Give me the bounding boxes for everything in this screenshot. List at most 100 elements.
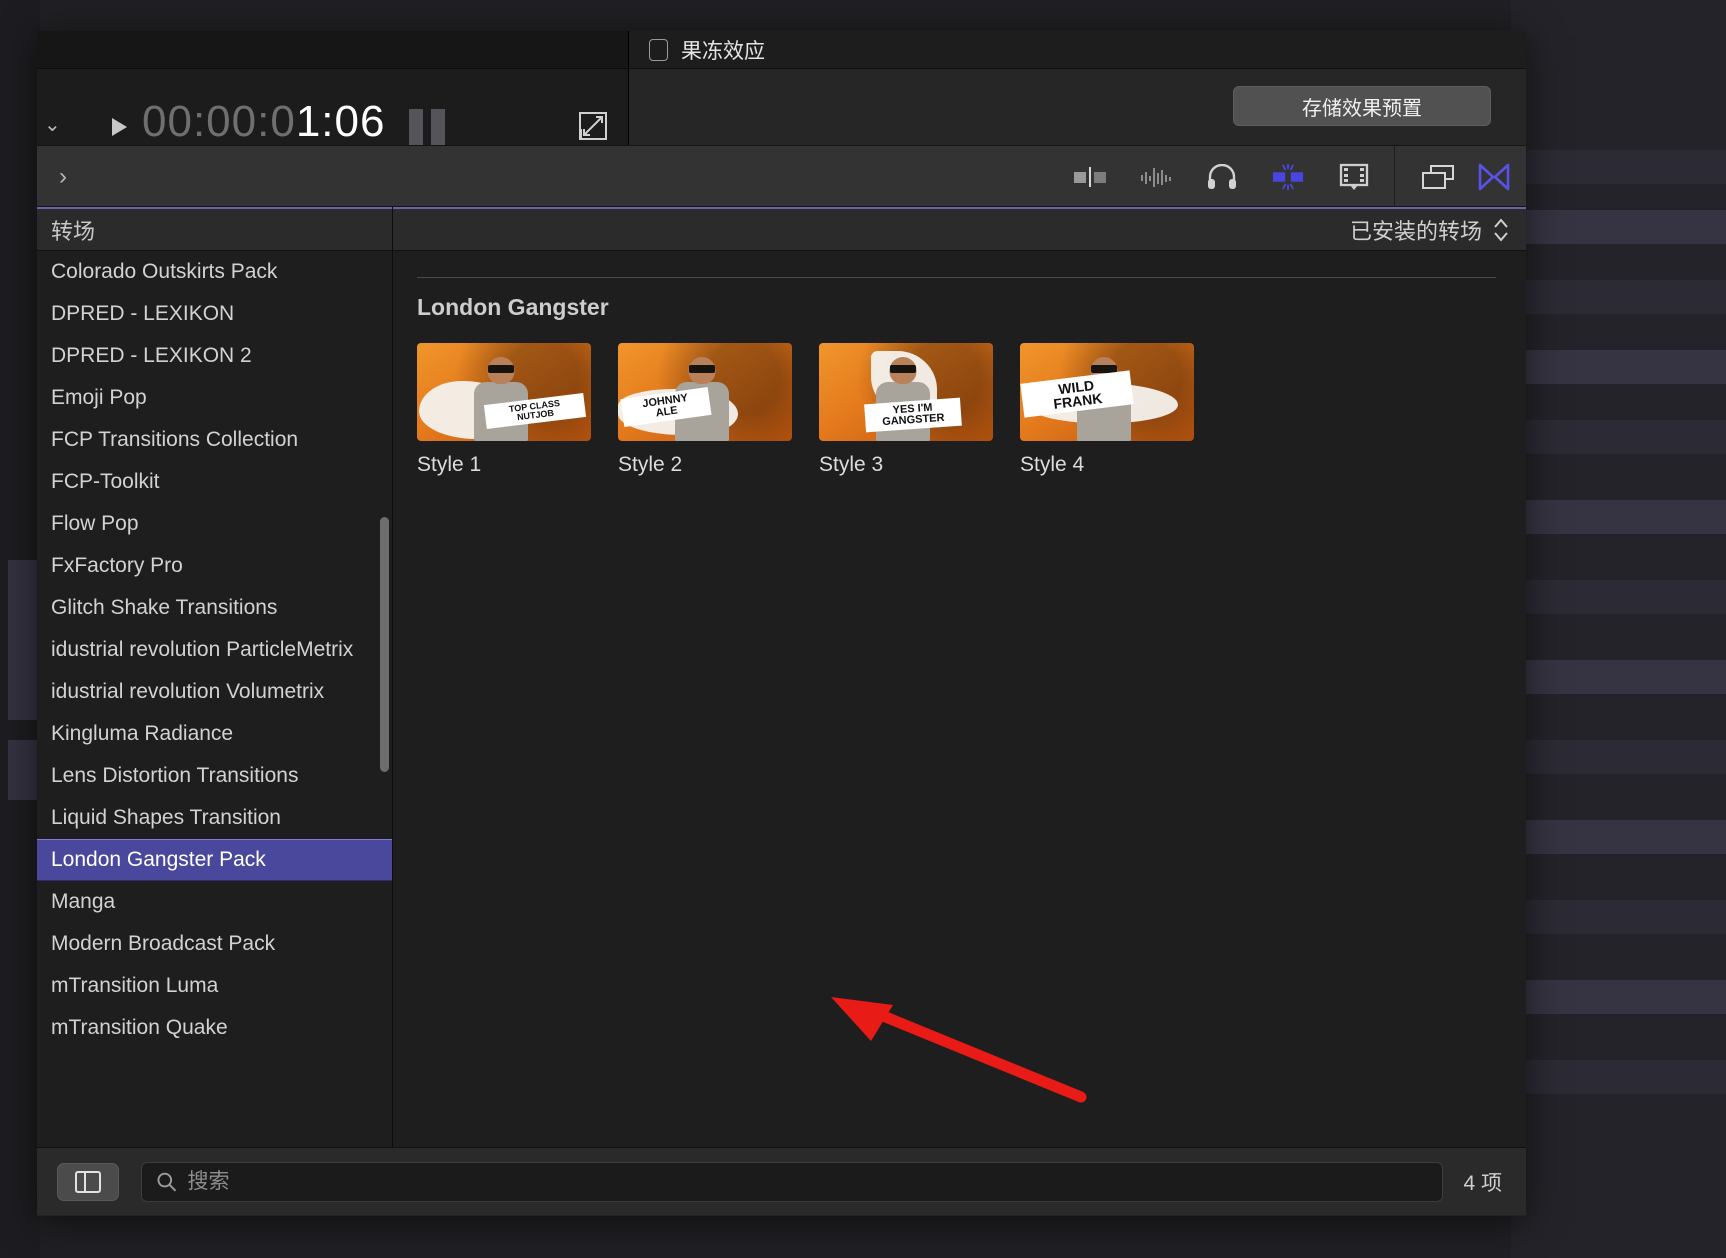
sidebar-item-label: DPRED - LEXIKON [51, 302, 235, 325]
timecode-display[interactable]: 00:00:01:06 [142, 97, 385, 147]
sidebar-item-label: FCP-Toolkit [51, 470, 160, 493]
sidebar-item[interactable]: Kingluma Radiance [37, 713, 392, 755]
sidebar-item-label: mTransition Luma [51, 974, 219, 997]
sidebar-item[interactable]: idustrial revolution Volumetrix [37, 671, 392, 713]
chevron-right-icon[interactable]: › [59, 163, 67, 191]
browser-bottom-bar: 4 项 [37, 1147, 1526, 1215]
person-silhouette [472, 356, 530, 441]
group-divider [417, 277, 1496, 278]
transition-thumbnail[interactable]: WILD FRANK [1020, 343, 1194, 441]
headphones-icon[interactable] [1205, 160, 1239, 194]
sidebar-item-label: Emoji Pop [51, 386, 147, 409]
split-clip-icon[interactable] [1073, 160, 1107, 194]
sidebar-item-label: FxFactory Pro [51, 554, 183, 577]
sidebar-item[interactable]: DPRED - LEXIKON 2 [37, 335, 392, 377]
thumbnail-label: Style 2 [618, 453, 683, 476]
inspector-actions-row: 存储效果预置 [629, 69, 1526, 144]
thumbnail-cell[interactable]: TOP CLASS NUTJOB Style 1 [417, 343, 591, 477]
thumbnail-grid: TOP CLASS NUTJOB Style 1 JOHNNY ALE Style 2… [417, 343, 1496, 477]
sidebar-item-label: Colorado Outskirts Pack [51, 260, 278, 283]
sidebar-item-label: Liquid Shapes Transition [51, 806, 281, 829]
background-left-strip [0, 0, 40, 1258]
transitions-sidebar: 转场 Colorado Outskirts Pack DPRED - LEXIKO… [37, 207, 393, 1147]
sidebar-item[interactable]: FCP Transitions Collection [37, 419, 392, 461]
search-icon [157, 1172, 177, 1191]
item-count-label: 4 项 [1463, 1171, 1502, 1195]
updown-chevrons-icon[interactable] [1492, 215, 1510, 245]
sidebar-item[interactable]: FxFactory Pro [37, 545, 392, 587]
sidebar-item-label: Manga [51, 890, 116, 913]
thumbnail-overlay-text: YES I'M GANGSTER [864, 397, 962, 433]
background-timeline-strips [1511, 0, 1726, 1258]
viewer-title-strip [37, 31, 628, 69]
sidebar-header-label: 转场 [51, 218, 96, 244]
sidebar-item-label: DPRED - LEXIKON 2 [51, 344, 252, 367]
audio-waveform-icon[interactable] [1139, 160, 1173, 194]
browser-content: 转场 Colorado Outskirts Pack DPRED - LEXIKO… [37, 207, 1526, 1147]
sidebar-item[interactable]: Liquid Shapes Transition [37, 797, 392, 839]
sidebar-item[interactable]: Manga [37, 881, 392, 923]
sidebar-scrollbar-thumb[interactable] [380, 517, 389, 772]
transitions-browser-pane: 已安装的转场 London Gangster TOP CLASS NUTJOB S… [393, 207, 1526, 1147]
transitions-browser-icon[interactable] [1477, 160, 1511, 194]
transition-group: London Gangster TOP CLASS NUTJOB Style 1 J… [393, 251, 1526, 477]
rolling-shutter-row[interactable]: 果冻效应 [629, 31, 1526, 69]
sidebar-item-label: FCP Transitions Collection [51, 428, 299, 451]
thumbnail-cell[interactable]: JOHNNY ALE Style 2 [618, 343, 792, 477]
sidebar-item-label: London Gangster Pack [51, 848, 266, 871]
transition-thumbnail[interactable]: YES I'M GANGSTER [819, 343, 993, 441]
sidebar-item[interactable]: Flow Pop [37, 503, 392, 545]
sidebar-item[interactable]: idustrial revolution ParticleMetrix [37, 629, 392, 671]
sidebar-item-label: Kingluma Radiance [51, 722, 234, 745]
sidebar-item-label: mTransition Quake [51, 1016, 228, 1039]
browser-toolbar: › [37, 145, 1526, 328]
sidebar-item-label: idustrial revolution ParticleMetrix [51, 638, 354, 661]
rolling-shutter-label: 果冻效应 [681, 39, 765, 63]
sidebar-item[interactable]: mTransition Quake [37, 1007, 392, 1049]
sidebar-item[interactable]: Lens Distortion Transitions [37, 755, 392, 797]
search-input[interactable] [187, 1169, 1443, 1194]
right-browser-icons [1394, 146, 1511, 208]
media-browser-icons [1073, 146, 1371, 208]
timecode-dim-part: 00:00:0 [142, 97, 296, 146]
expand-arrows-icon[interactable] [578, 111, 608, 141]
sidebar-header: 转场 [37, 207, 392, 251]
thumbnail-label: Style 4 [1020, 453, 1085, 476]
sidebar-item[interactable]: Emoji Pop [37, 377, 392, 419]
annotation-arrow [831, 997, 1087, 1103]
desktop-backdrop: ⌄ 00:00:01:06 果冻效应 存储效果预置 › 转场 Colorado … [0, 0, 1726, 1258]
sidebar-item-label: Lens Distortion Transitions [51, 764, 299, 787]
play-triangle-icon[interactable] [112, 118, 127, 136]
timecode-bright-part: 1:06 [295, 97, 386, 146]
thumbnail-label: Style 1 [417, 453, 482, 476]
sidebar-item[interactable]: FCP-Toolkit [37, 461, 392, 503]
inspector-header: 果冻效应 存储效果预置 [629, 31, 1526, 145]
browser-header: 已安装的转场 [393, 207, 1526, 251]
rolling-shutter-checkbox[interactable] [649, 38, 668, 61]
transition-thumbnail[interactable]: JOHNNY ALE [618, 343, 792, 441]
sidebar-panel-icon[interactable] [57, 1162, 119, 1201]
window-overlap-icon[interactable] [1421, 160, 1455, 194]
sidebar-item[interactable]: London Gangster Pack [37, 839, 392, 881]
sidebar-item[interactable]: Colorado Outskirts Pack [37, 251, 392, 293]
thumbnail-label: Style 3 [819, 453, 884, 476]
top-panel: ⌄ 00:00:01:06 果冻效应 存储效果预置 [37, 31, 1526, 155]
sidebar-item[interactable]: mTransition Luma [37, 965, 392, 1007]
transition-thumbnail[interactable]: TOP CLASS NUTJOB [417, 343, 591, 441]
sidebar-item-label: idustrial revolution Volumetrix [51, 680, 325, 703]
sidebar-item[interactable]: DPRED - LEXIKON [37, 293, 392, 335]
search-field[interactable] [141, 1161, 1444, 1202]
chevron-down-icon[interactable]: ⌄ [44, 115, 61, 135]
sidebar-item[interactable]: Modern Broadcast Pack [37, 923, 392, 965]
sidebar-item-label: Flow Pop [51, 512, 139, 535]
save-effect-preset-button[interactable]: 存储效果预置 [1233, 86, 1491, 126]
sidebar-category-list[interactable]: Colorado Outskirts Pack DPRED - LEXIKON DP… [37, 251, 392, 1147]
transitions-active-icon[interactable] [1271, 160, 1305, 194]
sidebar-item[interactable]: Glitch Shake Transitions [37, 587, 392, 629]
sidebar-item-label: Glitch Shake Transitions [51, 596, 278, 619]
thumbnail-cell[interactable]: WILD FRANK Style 4 [1020, 343, 1194, 477]
thumbnail-cell[interactable]: YES I'M GANGSTER Style 3 [819, 343, 993, 477]
sidebar-item-label: Modern Broadcast Pack [51, 932, 276, 955]
filmstrip-icon[interactable] [1337, 160, 1371, 194]
installed-transitions-label: 已安装的转场 [1349, 218, 1482, 244]
